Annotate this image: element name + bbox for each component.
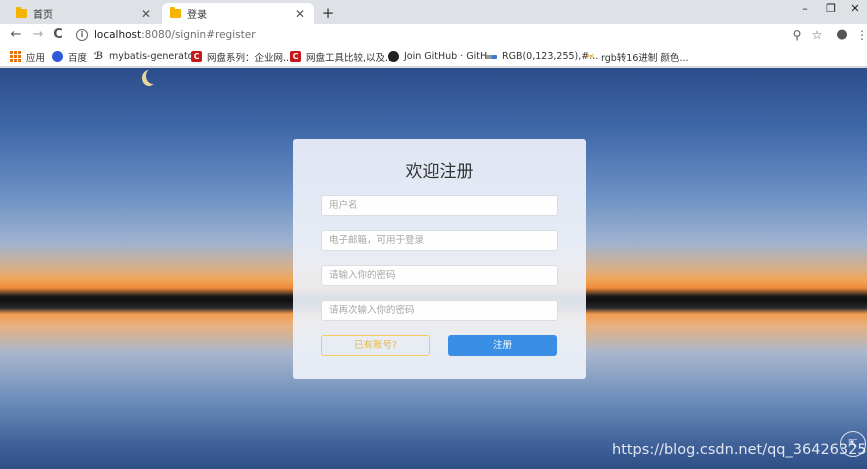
page-viewport: 欢迎注册 已有账号? 注册 https://blog.csdn.net/qq_3…: [0, 68, 867, 469]
bookmark-label: RGB(0,123,255),#...: [502, 51, 599, 62]
star-icon[interactable]: ☆: [810, 27, 824, 43]
tab-strip: 首页 ✕ 登录 ✕ + – ❐ ✕: [0, 0, 867, 24]
bookmark-label: 百度: [68, 52, 88, 64]
folder-icon: [16, 7, 27, 18]
register-title: 欢迎注册: [405, 162, 474, 182]
moon-decoration: [146, 68, 160, 84]
close-icon[interactable]: ✕: [140, 7, 152, 21]
url-path: :8080/signin#register: [141, 29, 256, 41]
bookmark-label: mybatis-generato...: [109, 51, 203, 62]
tool-icon: ✂: [585, 50, 596, 63]
bookmarks-bar: 应用 百度 ℬ mybatis-generato... C 网盘系列：企业网..…: [0, 46, 867, 67]
restore-button[interactable]: ❐: [822, 2, 840, 15]
baidu-icon: [52, 51, 63, 62]
account-icon[interactable]: ●: [835, 27, 849, 43]
watermark-text: https://blog.csdn.net/qq_36426325: [612, 442, 867, 458]
github-icon: [388, 51, 399, 62]
url-host: localhost: [94, 29, 142, 41]
confirm-password-input[interactable]: [321, 300, 558, 321]
scroll-top-icon[interactable]: ⇱: [840, 431, 866, 457]
have-account-button[interactable]: 已有账号?: [321, 335, 430, 356]
bookmark-github[interactable]: Join GitHub · GitH...: [388, 49, 496, 64]
apps-icon: [10, 51, 21, 62]
info-icon[interactable]: i: [76, 29, 88, 41]
bookmark-csdn-1[interactable]: C 网盘系列：企业网...: [191, 49, 292, 64]
window-close-button[interactable]: ✕: [846, 2, 864, 15]
bookmark-mybatis[interactable]: ℬ mybatis-generato...: [93, 49, 203, 64]
back-button[interactable]: ←: [8, 27, 24, 43]
bookmark-label: Join GitHub · GitH...: [404, 51, 497, 62]
bookmark-label: 网盘工具比较,以及...: [306, 52, 395, 64]
bookmark-apps[interactable]: 应用: [10, 49, 45, 64]
username-input[interactable]: [321, 195, 558, 216]
csdn-icon: C: [290, 51, 301, 62]
bookmark-baidu[interactable]: 百度: [52, 49, 87, 64]
tab-home[interactable]: 首页 ✕: [8, 3, 160, 24]
register-button[interactable]: 注册: [448, 335, 557, 356]
menu-icon[interactable]: ⋮: [855, 27, 867, 43]
bookmark-rgb-hex[interactable]: ✂ rgb转16进制 颜色...: [585, 49, 689, 64]
bookmark-label: rgb转16进制 颜色...: [601, 52, 689, 64]
mybatis-icon: ℬ: [93, 51, 104, 62]
minimize-button[interactable]: –: [796, 2, 814, 15]
forward-button[interactable]: →: [30, 27, 46, 43]
folder-icon: [170, 7, 181, 18]
bookmark-label: 网盘系列：企业网...: [207, 52, 293, 64]
rgb-icon: [486, 54, 497, 59]
address-bar[interactable]: i localhost :8080/signin#register: [72, 26, 832, 44]
bookmark-rgb[interactable]: RGB(0,123,255),#...: [486, 49, 598, 64]
bookmark-csdn-2[interactable]: C 网盘工具比较,以及...: [290, 49, 394, 64]
bookmark-label: 应用: [26, 52, 46, 64]
tab-title: 登录: [187, 10, 207, 21]
close-icon[interactable]: ✕: [294, 7, 306, 21]
register-card: 欢迎注册 已有账号? 注册: [293, 139, 586, 379]
tab-title: 首页: [33, 10, 53, 21]
password-input[interactable]: [321, 265, 558, 286]
email-input[interactable]: [321, 230, 558, 251]
new-tab-button[interactable]: +: [320, 4, 336, 22]
browser-toolbar: ← → C i localhost :8080/signin#register: [0, 24, 867, 46]
csdn-icon: C: [191, 51, 202, 62]
tab-login[interactable]: 登录 ✕: [162, 3, 314, 24]
zoom-icon[interactable]: ⚲: [790, 27, 804, 43]
reload-button[interactable]: C: [50, 27, 66, 43]
